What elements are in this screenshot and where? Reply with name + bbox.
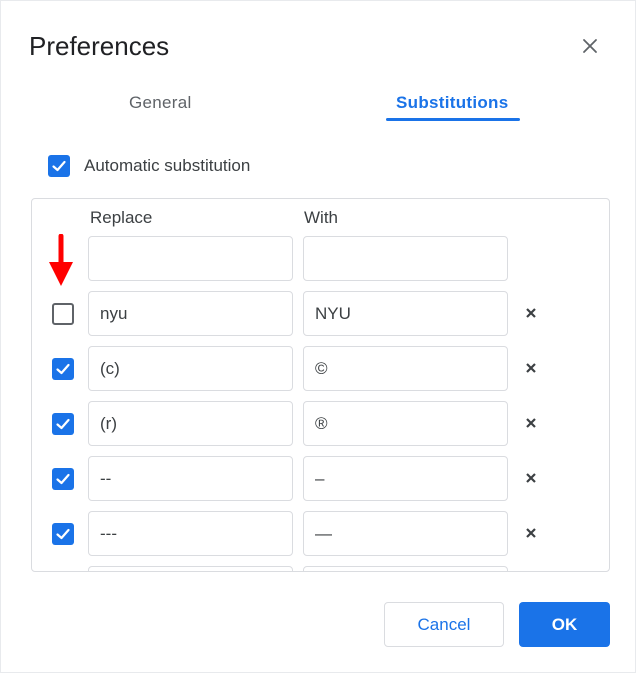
cancel-button[interactable]: Cancel bbox=[384, 602, 504, 647]
tab-substitutions[interactable]: Substitutions bbox=[396, 93, 509, 113]
new-with-input[interactable] bbox=[303, 236, 508, 281]
replace-input[interactable]: -- bbox=[88, 456, 293, 501]
delete-row-button[interactable] bbox=[522, 524, 540, 542]
delete-row-button[interactable] bbox=[522, 414, 540, 432]
automatic-substitution-label: Automatic substitution bbox=[84, 156, 251, 175]
with-input[interactable]: © bbox=[303, 346, 508, 391]
checkmark-icon bbox=[56, 528, 70, 540]
row-enabled-checkbox[interactable] bbox=[52, 523, 74, 545]
tab-general[interactable]: General bbox=[129, 93, 192, 113]
delete-row-button[interactable] bbox=[522, 304, 540, 322]
active-tab-indicator bbox=[386, 118, 520, 121]
delete-x-icon bbox=[526, 308, 536, 318]
replace-column-header: Replace bbox=[90, 208, 153, 227]
substitutions-table: Replace With nyu NYU (c) © (r) ® -- – --… bbox=[31, 198, 610, 572]
delete-x-icon bbox=[526, 473, 536, 483]
ok-button[interactable]: OK bbox=[519, 602, 610, 647]
close-button[interactable] bbox=[575, 31, 605, 61]
with-input[interactable]: — bbox=[303, 511, 508, 556]
row-enabled-checkbox[interactable] bbox=[52, 358, 74, 380]
delete-x-icon bbox=[526, 418, 536, 428]
replace-input[interactable]: nyu bbox=[88, 291, 293, 336]
row-enabled-checkbox[interactable] bbox=[52, 303, 74, 325]
row-enabled-checkbox[interactable] bbox=[52, 468, 74, 490]
with-column-header: With bbox=[304, 208, 338, 227]
with-input[interactable]: ® bbox=[303, 401, 508, 446]
with-input[interactable]: – bbox=[303, 456, 508, 501]
replace-input[interactable]: --- bbox=[88, 511, 293, 556]
replace-input[interactable]: (r) bbox=[88, 401, 293, 446]
checkmark-icon bbox=[56, 363, 70, 375]
automatic-substitution-checkbox[interactable] bbox=[48, 155, 70, 177]
checkmark-icon bbox=[56, 418, 70, 430]
preferences-dialog: Preferences General Substitutions Automa… bbox=[0, 0, 636, 673]
checkmark-icon bbox=[52, 160, 66, 172]
delete-row-button[interactable] bbox=[522, 469, 540, 487]
replace-input[interactable]: (c) bbox=[88, 346, 293, 391]
new-replace-input[interactable] bbox=[88, 236, 293, 281]
delete-row-button[interactable] bbox=[522, 359, 540, 377]
with-input[interactable]: NYU bbox=[303, 291, 508, 336]
red-down-arrow-icon bbox=[49, 234, 73, 286]
delete-x-icon bbox=[526, 528, 536, 538]
dialog-title: Preferences bbox=[29, 31, 170, 61]
checkmark-icon bbox=[56, 473, 70, 485]
delete-x-icon bbox=[526, 363, 536, 373]
close-icon bbox=[583, 39, 597, 53]
row-enabled-checkbox[interactable] bbox=[52, 413, 74, 435]
replace-input-partial[interactable] bbox=[88, 566, 293, 571]
with-input-partial[interactable] bbox=[303, 566, 508, 571]
